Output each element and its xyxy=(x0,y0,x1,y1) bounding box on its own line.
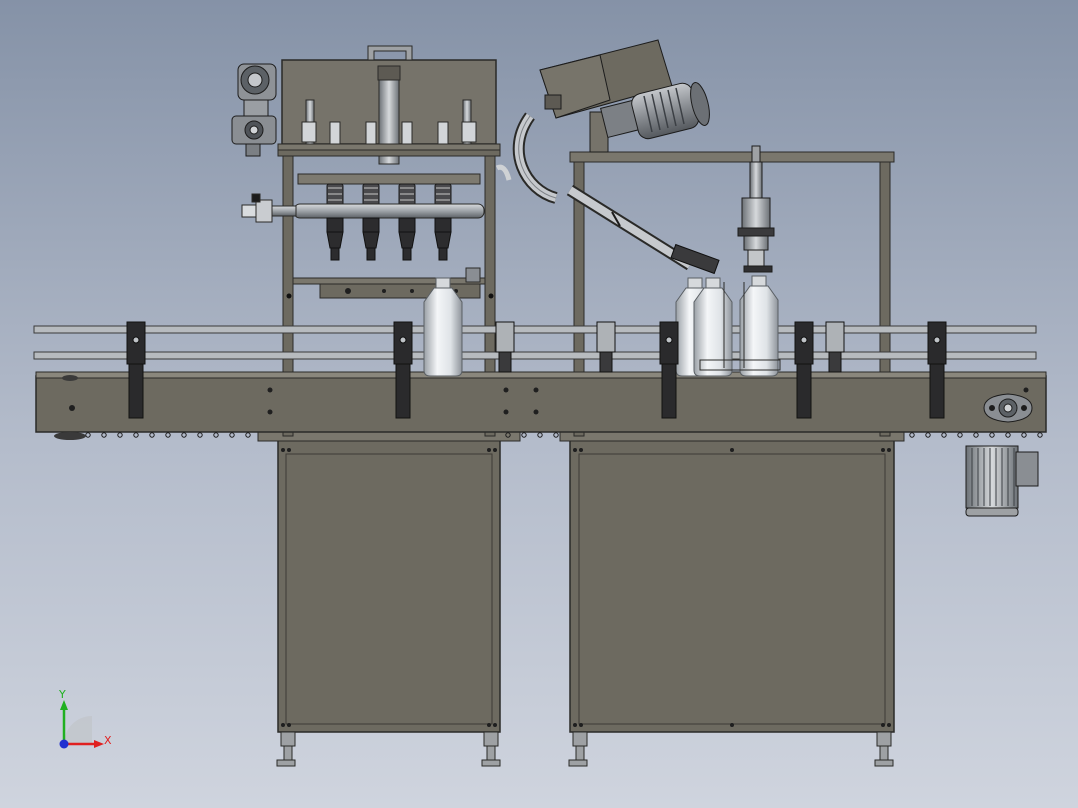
capper-leveling-feet xyxy=(568,731,894,767)
coordinate-triad: X Y xyxy=(58,688,112,749)
capper-top-beam xyxy=(569,151,895,163)
drive-bearing xyxy=(983,393,1033,423)
filling-capping-machine-drawing: X Y xyxy=(33,39,1047,767)
bottle xyxy=(739,275,779,377)
manifold-pipe xyxy=(293,203,485,219)
nozzle-carriage-bar xyxy=(297,173,481,185)
filler-cabinet-top-plate xyxy=(257,431,521,442)
conveyor-frame xyxy=(35,375,1047,433)
guide-rail-upper xyxy=(33,325,1037,334)
cad-viewport[interactable]: X Y xyxy=(0,0,1078,808)
triad-x-label: X xyxy=(104,734,112,747)
triad-y-label: Y xyxy=(58,688,66,701)
filler-leveling-feet xyxy=(276,731,501,767)
guide-rail-lower xyxy=(33,351,1037,360)
metering-pump-head xyxy=(231,63,277,157)
triad-z-axis xyxy=(59,739,69,749)
filler-cabinet xyxy=(277,439,501,733)
filling-nozzles xyxy=(293,183,485,261)
capper-cabinet xyxy=(569,439,895,733)
capping-spindle xyxy=(737,145,775,273)
conveyor-drive-motor xyxy=(965,445,1039,517)
